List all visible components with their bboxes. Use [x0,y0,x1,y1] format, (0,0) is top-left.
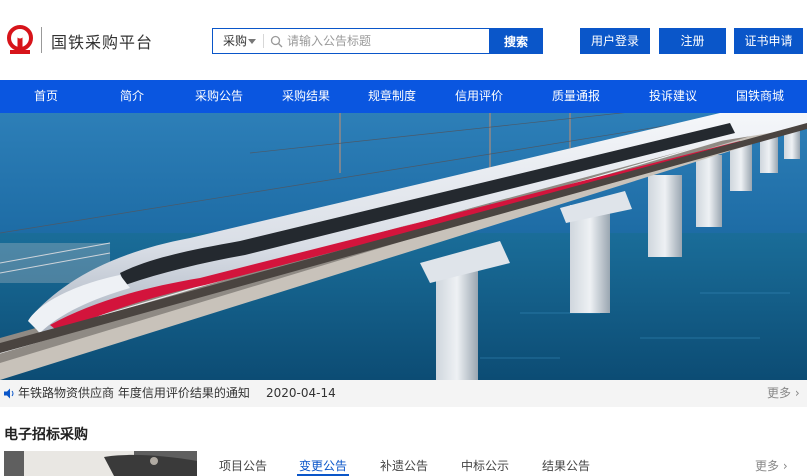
chevron-right-icon: › [791,386,800,400]
nav-item-regulations[interactable]: 规章制度 [368,80,416,113]
login-button[interactable]: 用户登录 [580,28,650,54]
more-label: 更多 [767,386,792,400]
section-thumbnail[interactable] [4,451,197,476]
nav-item-procurement-result[interactable]: 采购结果 [282,80,330,113]
railway-logo-icon[interactable] [4,24,36,56]
announcement-link[interactable]: 年铁路物资供应商 年度信用评价结果的通知 [18,380,250,407]
chevron-right-icon: › [779,459,788,473]
register-button[interactable]: 注册 [659,28,726,54]
section-title: 电子招标采购 [4,427,88,443]
site-title[interactable]: 国铁采购平台 [51,29,153,53]
announcement-date: 2020-04-14 [266,386,336,400]
search-button[interactable]: 搜索 [489,28,543,54]
tab-change-notice[interactable]: 变更公告 [299,457,347,474]
tab-supplement-notice[interactable]: 补遗公告 [380,457,428,474]
nav-item-intro[interactable]: 简介 [120,80,144,113]
search-separator [263,34,264,48]
search-box: 采购 搜索 [212,28,543,54]
nav-item-home[interactable]: 首页 [34,80,58,113]
search-category-label: 采购 [223,34,248,48]
chevron-down-icon [248,39,256,44]
announcement-bar: 年铁路物资供应商 年度信用评价结果的通知 2020-04-14 更多 › [0,380,807,407]
nav-item-complaints[interactable]: 投诉建议 [649,80,697,113]
cert-apply-button[interactable]: 证书申请 [734,28,803,54]
nav-item-procurement-notice[interactable]: 采购公告 [195,80,243,113]
header: 国铁采购平台 采购 搜索 用户登录 注册 证书申请 [0,0,807,80]
thumbnail-image [4,451,197,476]
nav-item-credit-rating[interactable]: 信用评价 [455,80,503,113]
tab-project-notice[interactable]: 项目公告 [219,457,267,474]
main-nav: 首页 简介 采购公告 采购结果 规章制度 信用评价 质量通报 投诉建议 国铁商城 [0,80,807,113]
tab-award-publicity[interactable]: 中标公示 [461,457,509,474]
section-more-link[interactable]: 更多 › [755,457,788,474]
hero-banner[interactable] [0,113,807,380]
search-category-select[interactable]: 采购 [213,29,263,53]
banner-image [0,113,807,380]
logo-divider [41,27,42,53]
speaker-icon [4,388,14,399]
search-icon [270,35,283,48]
nav-item-mall[interactable]: 国铁商城 [736,80,784,113]
nav-item-quality-report[interactable]: 质量通报 [552,80,600,113]
more-label: 更多 [755,459,780,473]
announcement-more-link[interactable]: 更多 › [767,380,800,407]
search-input[interactable] [287,31,487,51]
tab-result-notice[interactable]: 结果公告 [542,457,590,474]
